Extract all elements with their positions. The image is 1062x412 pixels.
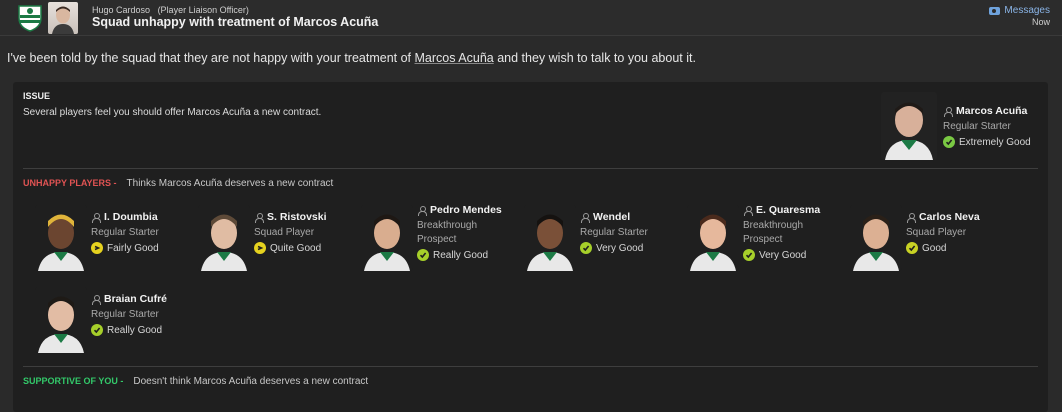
issue-title: ISSUE <box>23 91 51 101</box>
sender-avatar[interactable] <box>48 2 78 34</box>
player-status: Really Good <box>417 249 537 261</box>
person-icon <box>580 212 590 223</box>
player-status-label: Really Good <box>107 324 163 336</box>
person-icon <box>906 212 916 223</box>
issue-panel: ISSUE Several players feel you should of… <box>13 82 1048 412</box>
player-name[interactable]: Marcos Acuña <box>956 105 1027 117</box>
player-status-label: Very Good <box>759 249 807 261</box>
featured-player-info: Marcos Acuña Regular Starter Extremely G… <box>943 105 1062 148</box>
section-divider <box>23 168 1038 169</box>
person-icon <box>254 212 264 223</box>
player-face[interactable] <box>687 205 739 271</box>
player-role: Regular Starter <box>943 121 1011 132</box>
person-icon <box>91 294 101 305</box>
messages-link[interactable]: Messages <box>989 5 1050 16</box>
player-face[interactable] <box>35 205 87 271</box>
player-face[interactable] <box>35 287 87 353</box>
sender-role: (Player Liaison Officer) <box>157 5 249 15</box>
arrow-right-icon <box>91 242 103 254</box>
player-name-row[interactable]: S. Ristovski <box>254 211 374 223</box>
player-name-row[interactable]: Carlos Neva <box>906 211 1026 223</box>
player-status: Quite Good <box>254 242 374 254</box>
messages-label: Messages <box>1004 5 1050 16</box>
body-post: and they wish to talk to you about it. <box>493 51 696 65</box>
player-name[interactable]: I. Doumbia <box>104 211 158 223</box>
player-status-label: Very Good <box>596 242 644 254</box>
player-status-label: Really Good <box>433 249 489 261</box>
issue-text: Several players feel you should offer Ma… <box>23 107 322 118</box>
player-role: Regular Starter <box>91 309 159 320</box>
player-info: E. Quaresma Breakthrough Prospect Very Goo… <box>743 204 863 261</box>
person-icon <box>943 106 953 117</box>
supportive-header: SUPPORTIVE OF YOU - Doesn't think Marcos… <box>23 376 368 387</box>
player-face[interactable] <box>881 92 937 160</box>
player-status-label: Quite Good <box>270 242 322 254</box>
person-icon <box>743 205 753 216</box>
player-status: Really Good <box>91 324 211 336</box>
player-name[interactable]: Carlos Neva <box>919 211 980 223</box>
player-info: Braian Cufré Regular Starter Really Good <box>91 293 211 336</box>
player-status: Very Good <box>580 242 700 254</box>
unhappy-label: UNHAPPY PLAYERS - <box>23 178 117 188</box>
player-name-row[interactable]: Braian Cufré <box>91 293 211 305</box>
message-header: Hugo Cardoso (Player Liaison Officer) Sq… <box>0 0 1062 36</box>
player-name[interactable]: Pedro Mendes <box>430 204 502 216</box>
player-name[interactable]: Wendel <box>593 211 630 223</box>
unhappy-header: UNHAPPY PLAYERS - Thinks Marcos Acuña de… <box>23 178 333 189</box>
check-icon <box>580 242 592 254</box>
person-icon <box>417 205 427 216</box>
check-icon <box>91 324 103 336</box>
message-time: Now <box>1031 17 1050 27</box>
player-role: Regular Starter <box>580 227 648 238</box>
person-icon <box>91 212 101 223</box>
player-role: Squad Player <box>906 227 967 238</box>
player-role: Squad Player <box>254 227 315 238</box>
body-player-link[interactable]: Marcos Acuña <box>415 51 494 65</box>
check-icon <box>417 249 429 261</box>
check-icon <box>943 136 955 148</box>
player-role: Regular Starter <box>91 227 159 238</box>
sender-name[interactable]: Hugo Cardoso <box>92 5 150 15</box>
supportive-label: SUPPORTIVE OF YOU - <box>23 376 124 386</box>
player-name-row[interactable]: Marcos Acuña <box>943 105 1062 117</box>
player-info: S. Ristovski Squad Player Quite Good <box>254 211 374 254</box>
player-name[interactable]: E. Quaresma <box>756 204 820 216</box>
body-pre: I've been told by the squad that they ar… <box>7 51 415 65</box>
player-status-label: Fairly Good <box>107 242 159 254</box>
player-info: Pedro Mendes Breakthrough Prospect Really … <box>417 204 537 261</box>
player-name[interactable]: S. Ristovski <box>267 211 327 223</box>
player-role: Breakthrough Prospect <box>417 220 478 245</box>
player-info: Wendel Regular Starter Very Good <box>580 211 700 254</box>
player-face[interactable] <box>524 205 576 271</box>
player-name-row[interactable]: E. Quaresma <box>743 204 863 216</box>
player-face[interactable] <box>361 205 413 271</box>
player-status: Extremely Good <box>943 136 1062 148</box>
player-status-label: Good <box>922 242 947 254</box>
player-status: Very Good <box>743 249 863 261</box>
player-name-row[interactable]: I. Doumbia <box>91 211 211 223</box>
arrow-right-icon <box>254 242 266 254</box>
message-subject: Squad unhappy with treatment of Marcos A… <box>92 15 379 29</box>
club-crest-icon[interactable] <box>17 4 43 32</box>
player-status: Good <box>906 242 1026 254</box>
section-divider <box>23 366 1038 367</box>
player-name-row[interactable]: Pedro Mendes <box>417 204 537 216</box>
player-status: Fairly Good <box>91 242 211 254</box>
check-icon <box>743 249 755 261</box>
player-face[interactable] <box>850 205 902 271</box>
player-name[interactable]: Braian Cufré <box>104 293 167 305</box>
messages-icon <box>989 6 1001 15</box>
player-info: I. Doumbia Regular Starter Fairly Good <box>91 211 211 254</box>
player-status-label: Extremely Good <box>959 136 1031 148</box>
player-role: Breakthrough Prospect <box>743 220 804 245</box>
player-face[interactable] <box>198 205 250 271</box>
check-icon <box>906 242 918 254</box>
sender-line: Hugo Cardoso (Player Liaison Officer) <box>92 5 254 15</box>
supportive-desc: Doesn't think Marcos Acuña deserves a ne… <box>133 376 369 387</box>
message-body: I've been told by the squad that they ar… <box>7 51 696 65</box>
player-info: Carlos Neva Squad Player Good <box>906 211 1026 254</box>
player-name-row[interactable]: Wendel <box>580 211 700 223</box>
unhappy-desc: Thinks Marcos Acuña deserves a new contr… <box>126 178 334 189</box>
